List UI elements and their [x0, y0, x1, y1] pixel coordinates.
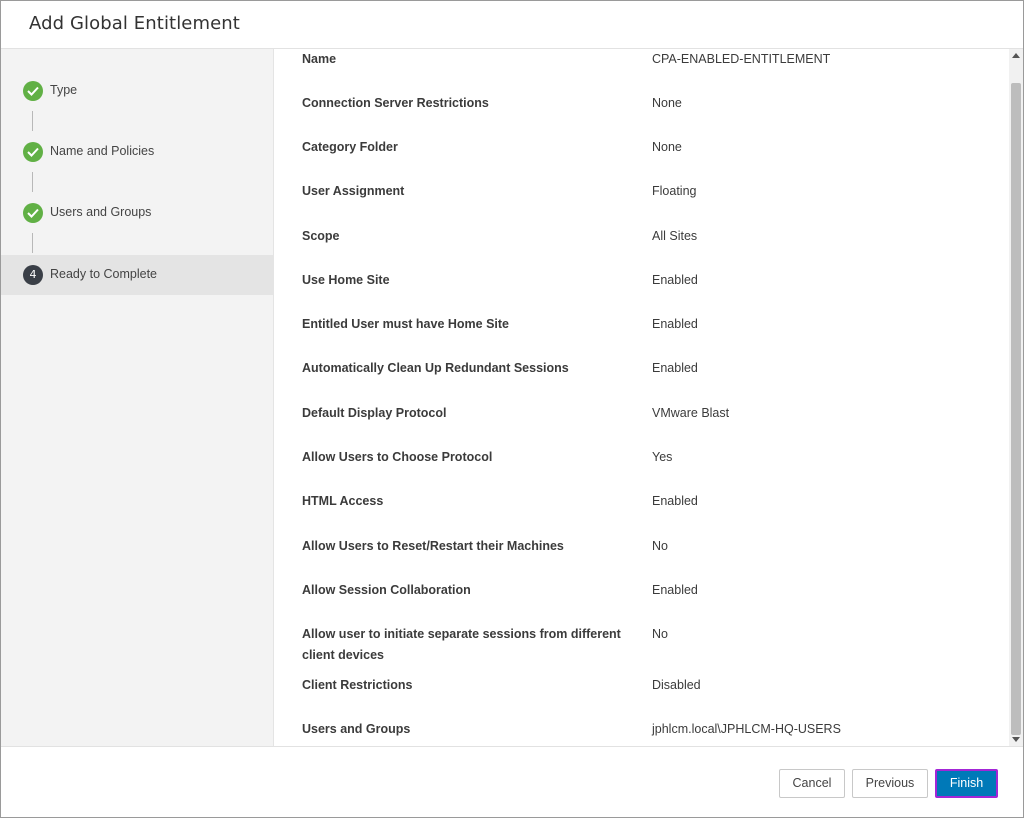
checkmark-icon — [23, 142, 43, 162]
step-label: Ready to Complete — [50, 267, 158, 281]
summary-label: Allow Session Collaboration — [302, 583, 471, 597]
step-label: Name and Policies — [50, 144, 155, 158]
add-global-entitlement-dialog: Add Global Entitlement Type Name and Pol… — [0, 0, 1024, 818]
dialog-title: Add Global Entitlement — [29, 13, 240, 34]
summary-label: Users and Groups — [302, 722, 411, 736]
step-users-and-groups[interactable]: Users and Groups — [1, 193, 274, 233]
summary-scrollbar[interactable] — [1009, 49, 1023, 746]
cancel-button[interactable]: Cancel — [779, 769, 845, 798]
step-ready-to-complete[interactable]: 4 Ready to Complete — [1, 255, 274, 295]
summary-value: Enabled — [652, 317, 698, 331]
dialog-footer: Cancel Previous Finish — [1, 746, 1023, 817]
summary-value: Enabled — [652, 494, 698, 508]
summary-label: Connection Server Restrictions — [302, 96, 489, 110]
summary-value: Enabled — [652, 273, 698, 287]
step-label: Users and Groups — [50, 205, 152, 219]
summary-value: CPA-ENABLED-ENTITLEMENT — [652, 52, 831, 66]
arrow-down-icon[interactable] — [1012, 737, 1020, 742]
dialog-header: Add Global Entitlement — [1, 1, 1023, 49]
summary-value: VMware Blast — [652, 406, 730, 420]
summary-value: All Sites — [652, 229, 698, 243]
summary-label: Client Restrictions — [302, 678, 413, 692]
summary-label: Entitled User must have Home Site — [302, 317, 510, 331]
summary-value: No — [652, 539, 668, 553]
summary-value: Floating — [652, 184, 697, 198]
summary-value: Enabled — [652, 361, 698, 375]
previous-button[interactable]: Previous — [852, 769, 928, 798]
step-connector — [32, 233, 33, 253]
summary-label: Scope — [302, 229, 340, 243]
step-connector — [32, 111, 33, 131]
summary-label: Allow user to initiate separate sessions… — [302, 627, 621, 662]
step-type[interactable]: Type — [1, 71, 274, 111]
arrow-up-icon[interactable] — [1012, 53, 1020, 58]
checkmark-icon — [23, 81, 43, 101]
summary-label: Name — [302, 52, 337, 66]
summary-label: Use Home Site — [302, 273, 390, 287]
summary-label: HTML Access — [302, 494, 384, 508]
summary-value: jphlcm.local\JPHLCM-HQ-USERS — [652, 722, 841, 736]
summary-value: None — [652, 96, 682, 110]
finish-button[interactable]: Finish — [935, 769, 998, 798]
summary-label: Automatically Clean Up Redundant Session… — [302, 361, 569, 375]
summary-label: User Assignment — [302, 184, 405, 198]
step-label: Type — [50, 83, 78, 97]
summary-value: None — [652, 140, 682, 154]
scrollbar-thumb[interactable] — [1011, 83, 1021, 735]
summary-label: Allow Users to Reset/Restart their Machi… — [302, 539, 564, 553]
wizard-steps: Type Name and Policies Users and Groups … — [1, 49, 274, 746]
step-name-and-policies[interactable]: Name and Policies — [1, 132, 274, 172]
step-number-badge: 4 — [23, 265, 43, 285]
summary-value: Enabled — [652, 583, 698, 597]
summary-value: Disabled — [652, 678, 701, 692]
step-connector — [32, 172, 33, 192]
checkmark-icon — [23, 203, 43, 223]
summary-label: Allow Users to Choose Protocol — [302, 450, 493, 464]
summary-value: Yes — [652, 450, 673, 464]
summary-panel: Name CPA-ENABLED-ENTITLEMENT Connection … — [275, 49, 1009, 746]
summary-label: Category Folder — [302, 140, 398, 154]
summary-value: No — [652, 627, 668, 641]
summary-label: Default Display Protocol — [302, 406, 447, 420]
